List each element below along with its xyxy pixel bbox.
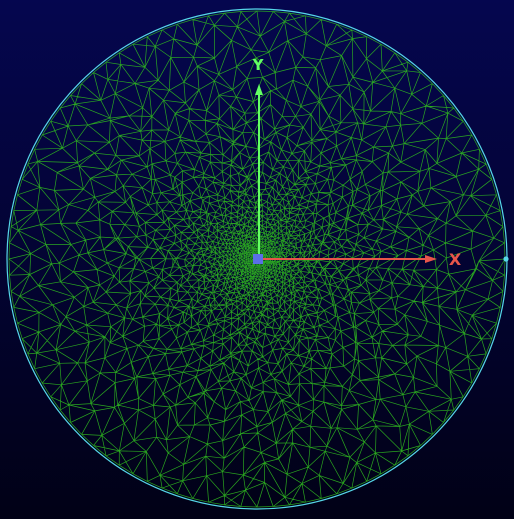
3d-viewport[interactable]: Y X: [0, 0, 514, 519]
x-axis-label: X: [449, 250, 462, 269]
boundary-node-icon: [503, 256, 509, 262]
y-axis-label: Y: [252, 56, 265, 74]
viewport-canvas[interactable]: Y X: [0, 0, 514, 519]
origin-marker-icon[interactable]: [253, 254, 263, 264]
